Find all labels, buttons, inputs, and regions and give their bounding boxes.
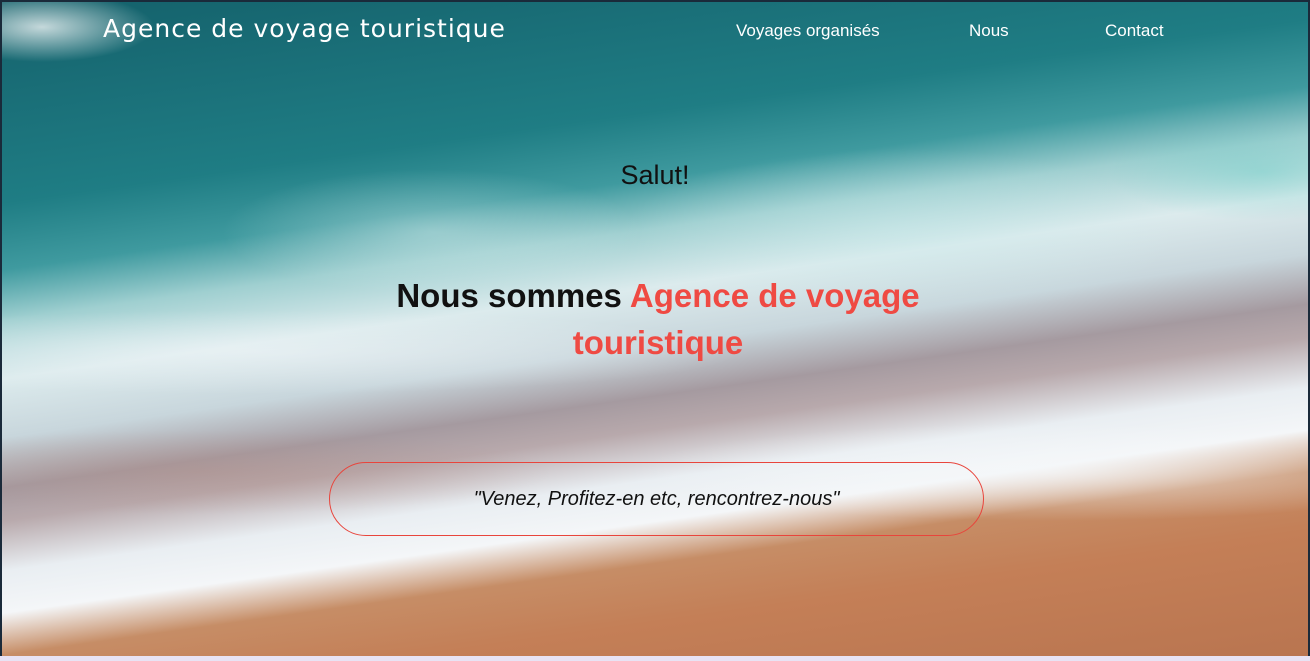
nav-link-contact[interactable]: Contact xyxy=(1105,21,1164,41)
nav-link-nous[interactable]: Nous xyxy=(969,21,1009,41)
headline-prefix: Nous sommes xyxy=(396,277,622,314)
quote-box: "Venez, Profitez-en etc, rencontrez-nous… xyxy=(329,462,984,536)
hero-headline: Nous sommes Agence de voyage touristique xyxy=(380,272,936,366)
page: Agence de voyage touristique Voyages org… xyxy=(0,0,1310,661)
headline-accent: Agence de voyage touristique xyxy=(572,277,920,361)
bottom-border xyxy=(0,656,1310,661)
nav-link-voyages-organises[interactable]: Voyages organisés xyxy=(736,21,880,41)
hero-greeting: Salut! xyxy=(620,160,690,190)
hero-quote: "Venez, Profitez-en etc, rencontrez-nous… xyxy=(473,487,840,510)
site-brand[interactable]: Agence de voyage touristique xyxy=(103,14,506,43)
